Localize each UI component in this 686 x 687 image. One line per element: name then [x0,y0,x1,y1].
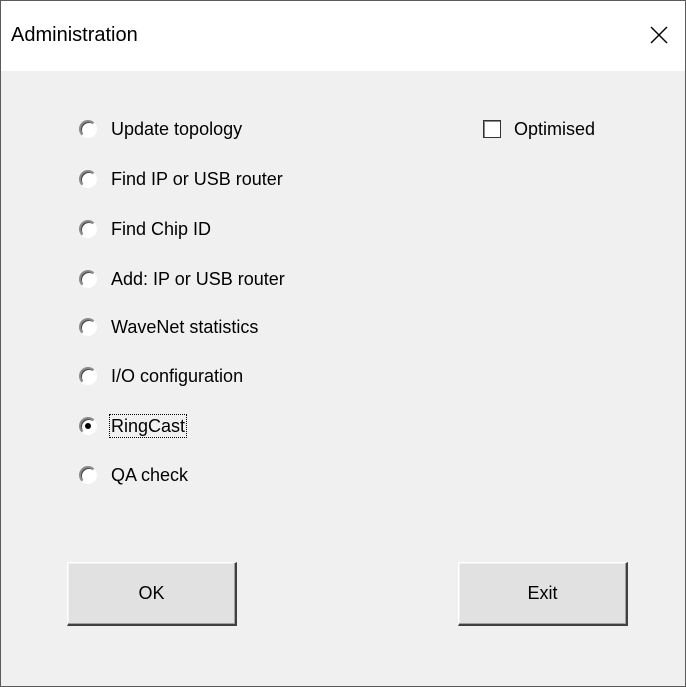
optimised-checkbox[interactable] [483,120,501,138]
exit-button[interactable]: Exit [458,562,628,626]
radio-button[interactable] [79,220,97,238]
radio-button[interactable] [79,120,97,138]
option-wavenet-statistics[interactable]: WaveNet statistics [79,307,259,347]
option-label: Add: IP or USB router [111,269,285,289]
option-io-configuration[interactable]: I/O configuration [79,356,244,396]
radio-button[interactable] [79,170,97,188]
radio-button[interactable] [79,270,97,288]
window-title: Administration [11,24,138,46]
option-find-ip-or-usb-router[interactable]: Find IP or USB router [79,159,284,199]
radio-button[interactable] [79,466,97,484]
option-label: Find IP or USB router [111,169,283,189]
title-bar[interactable]: Administration [1,1,685,71]
option-find-chip-id[interactable]: Find Chip ID [79,209,212,249]
ok-button[interactable]: OK [67,562,237,626]
option-qa-check[interactable]: QA check [79,455,189,495]
close-button[interactable] [639,15,679,55]
administration-dialog: Administration Update topology Find IP o… [0,0,686,687]
option-label: I/O configuration [111,366,244,386]
option-update-topology[interactable]: Update topology [79,109,243,149]
option-label: QA check [111,465,189,485]
optimised-option[interactable]: Optimised [483,109,595,149]
radio-button[interactable] [79,318,97,336]
radio-button[interactable] [79,367,97,385]
option-add-ip-or-usb-router[interactable]: Add: IP or USB router [79,259,286,299]
option-label: Find Chip ID [111,219,212,239]
option-ringcast[interactable]: RingCast [79,406,188,446]
option-label: RingCast [108,414,188,438]
option-label: Update topology [111,119,243,139]
option-label: WaveNet statistics [111,317,259,337]
optimised-label: Optimised [514,119,596,139]
close-icon [650,26,668,44]
radio-button[interactable] [79,417,97,435]
